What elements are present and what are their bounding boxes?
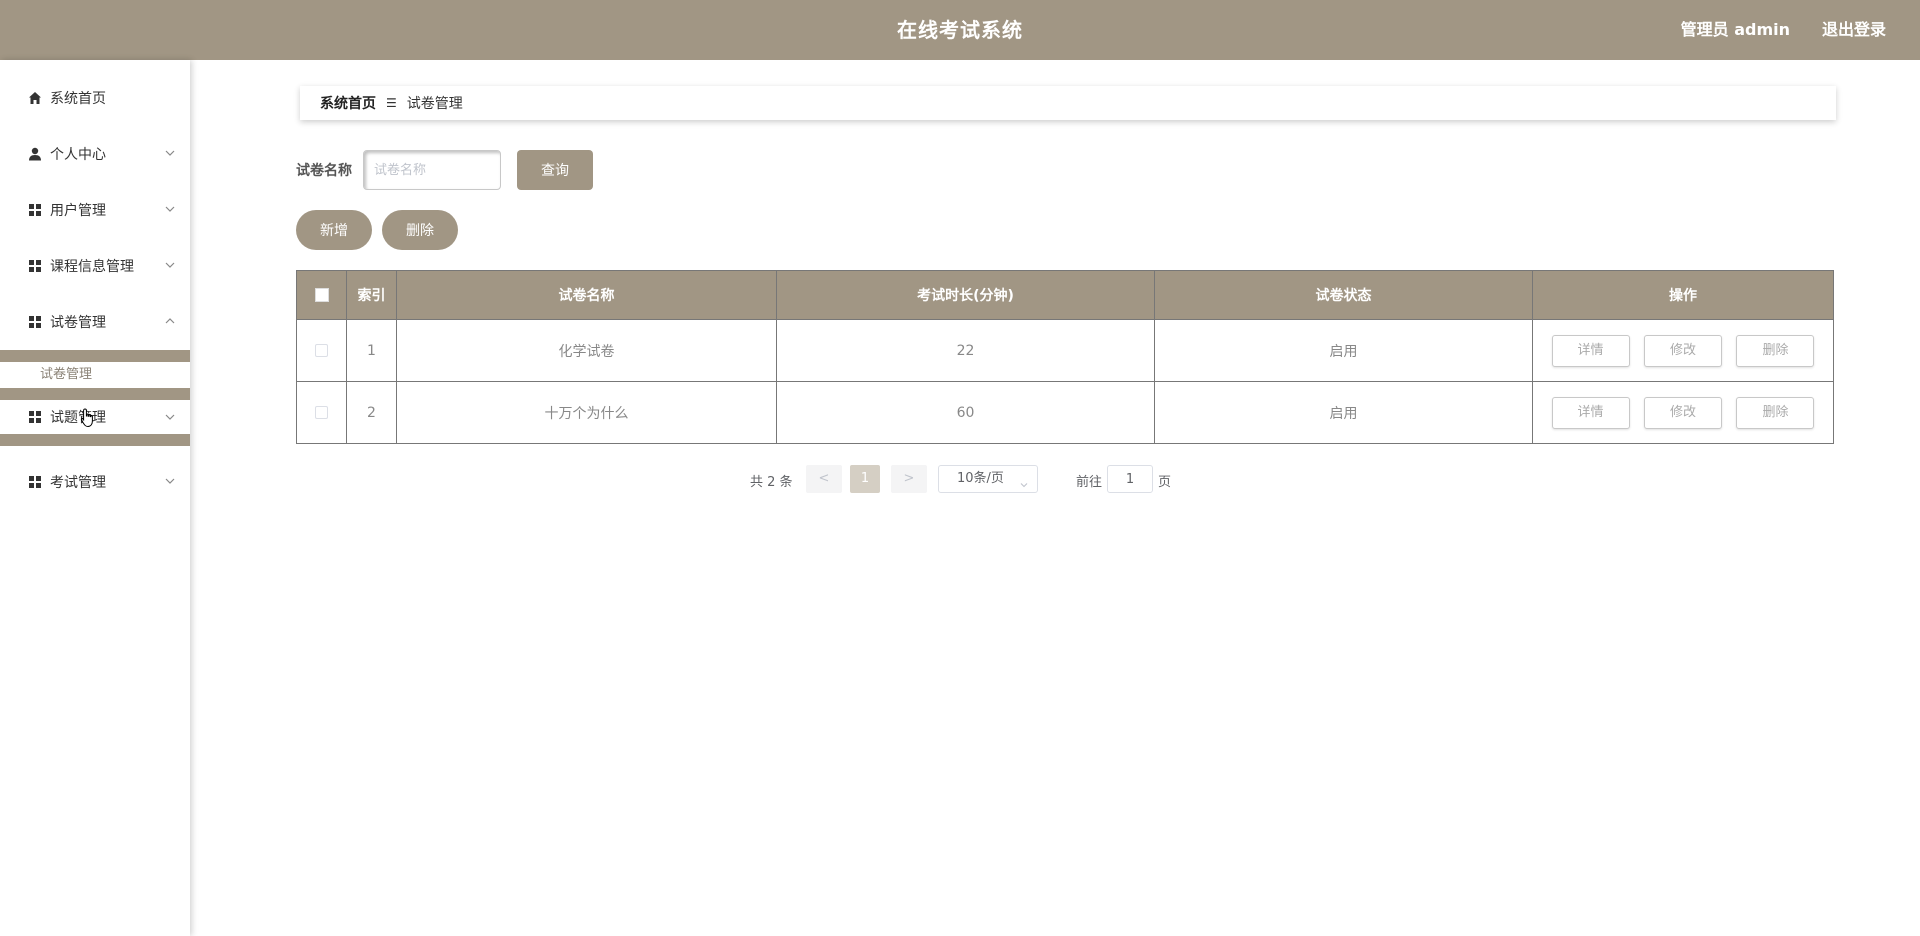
sidebar-item-label: 试卷管理 <box>50 315 106 331</box>
row-duration: 22 <box>776 319 1155 382</box>
page-unit-label: 页 <box>1158 475 1172 490</box>
row-checkbox[interactable] <box>315 406 328 419</box>
submenu-item-papers[interactable]: 试卷管理 <box>0 362 190 388</box>
goto-label: 前往 <box>1076 475 1103 490</box>
sidebar-item-label: 课程信息管理 <box>50 259 134 275</box>
column-header: 操作 <box>1532 270 1834 320</box>
row-index: 1 <box>346 319 397 382</box>
page-size-value: 10条/页 <box>957 471 1004 486</box>
column-header: 试卷名称 <box>396 270 777 320</box>
row-status: 启用 <box>1154 319 1533 382</box>
table-header-row: 索引 试卷名称 考试时长(分钟) 试卷状态 操作 <box>296 270 1834 320</box>
breadcrumb: 系统首页 ☰ 试卷管理 <box>300 86 1836 120</box>
grid-icon <box>28 410 42 424</box>
logout-link[interactable]: 退出登录 <box>1822 0 1886 60</box>
row-select-cell <box>296 319 347 382</box>
home-icon <box>28 91 42 105</box>
table-row: 1 化学试卷 22 启用 详情 修改 删除 <box>296 319 1834 382</box>
row-paper-name: 十万个为什么 <box>396 381 777 444</box>
current-user: 管理员 admin <box>1680 20 1790 39</box>
batch-delete-button[interactable]: 删除 <box>382 210 458 250</box>
page-number-button[interactable]: 1 <box>850 465 880 493</box>
edit-button[interactable]: 修改 <box>1644 396 1722 429</box>
edit-button[interactable]: 修改 <box>1644 334 1722 367</box>
search-input[interactable] <box>363 150 501 190</box>
chevron-down-icon <box>164 411 176 423</box>
top-header: 在线考试系统 管理员 admin 退出登录 <box>0 0 1920 60</box>
submenu-divider <box>0 350 190 362</box>
column-header: 索引 <box>346 270 397 320</box>
sidebar-item-label: 个人中心 <box>50 147 106 163</box>
pagination-total: 共 2 条 <box>750 475 793 490</box>
row-select-cell <box>296 381 347 444</box>
delete-button[interactable]: 删除 <box>1736 396 1815 429</box>
add-button[interactable]: 新增 <box>296 210 372 250</box>
submenu-divider <box>0 388 190 400</box>
row-status: 启用 <box>1154 381 1533 444</box>
sidebar-item-papers[interactable]: 试卷管理 <box>0 304 190 340</box>
submenu-divider <box>0 434 190 446</box>
grid-icon <box>28 203 42 217</box>
chevron-down-icon <box>1019 474 1029 488</box>
select-all-cell <box>296 270 347 320</box>
search-label: 试卷名称 <box>296 163 352 179</box>
delete-button[interactable]: 删除 <box>1736 334 1815 367</box>
column-header: 考试时长(分钟) <box>776 270 1155 320</box>
sidebar-item-users[interactable]: 用户管理 <box>0 192 190 228</box>
goto-page-input[interactable] <box>1107 465 1153 493</box>
pagination: 共 2 条 < 1 > 10条/页 前往 页 <box>0 465 1920 493</box>
sidebar: 系统首页 个人中心 用户管理 课程信息管理 试卷管理 试卷管理 试题管理 考试管… <box>0 60 190 936</box>
sidebar-item-courses[interactable]: 课程信息管理 <box>0 248 190 284</box>
column-header: 试卷状态 <box>1154 270 1533 320</box>
next-page-button[interactable]: > <box>891 465 927 493</box>
app-title: 在线考试系统 <box>897 18 1023 42</box>
select-all-checkbox[interactable] <box>314 288 329 302</box>
breadcrumb-current: 试卷管理 <box>406 96 463 112</box>
breadcrumb-separator-icon: ☰ <box>386 96 397 110</box>
sidebar-item-label: 试题管理 <box>50 410 106 426</box>
hand-cursor-icon <box>80 408 96 428</box>
detail-button[interactable]: 详情 <box>1551 334 1630 367</box>
sidebar-item-home[interactable]: 系统首页 <box>0 80 190 116</box>
page-size-select[interactable]: 10条/页 <box>938 465 1038 493</box>
chevron-down-icon <box>164 147 176 159</box>
chevron-down-icon <box>164 259 176 271</box>
sidebar-item-label: 用户管理 <box>50 203 106 219</box>
row-index: 2 <box>346 381 397 444</box>
row-duration: 60 <box>776 381 1155 444</box>
row-actions: 详情 修改 删除 <box>1532 381 1834 444</box>
prev-page-button[interactable]: < <box>806 465 842 493</box>
sidebar-item-label: 系统首页 <box>50 91 106 107</box>
breadcrumb-home[interactable]: 系统首页 <box>320 93 376 113</box>
sidebar-item-profile[interactable]: 个人中心 <box>0 136 190 172</box>
chevron-down-icon <box>164 203 176 215</box>
query-button[interactable]: 查询 <box>517 150 593 190</box>
detail-button[interactable]: 详情 <box>1551 396 1630 429</box>
row-paper-name: 化学试卷 <box>396 319 777 382</box>
grid-icon <box>28 259 42 273</box>
row-actions: 详情 修改 删除 <box>1532 319 1834 382</box>
person-icon <box>28 147 42 161</box>
table-row: 2 十万个为什么 60 启用 详情 修改 删除 <box>296 381 1834 444</box>
papers-table: 索引 试卷名称 考试时长(分钟) 试卷状态 操作 1 化学试卷 22 启用 详情… <box>296 270 1834 444</box>
row-checkbox[interactable] <box>315 344 328 357</box>
chevron-up-icon <box>164 315 176 327</box>
grid-icon <box>28 315 42 329</box>
